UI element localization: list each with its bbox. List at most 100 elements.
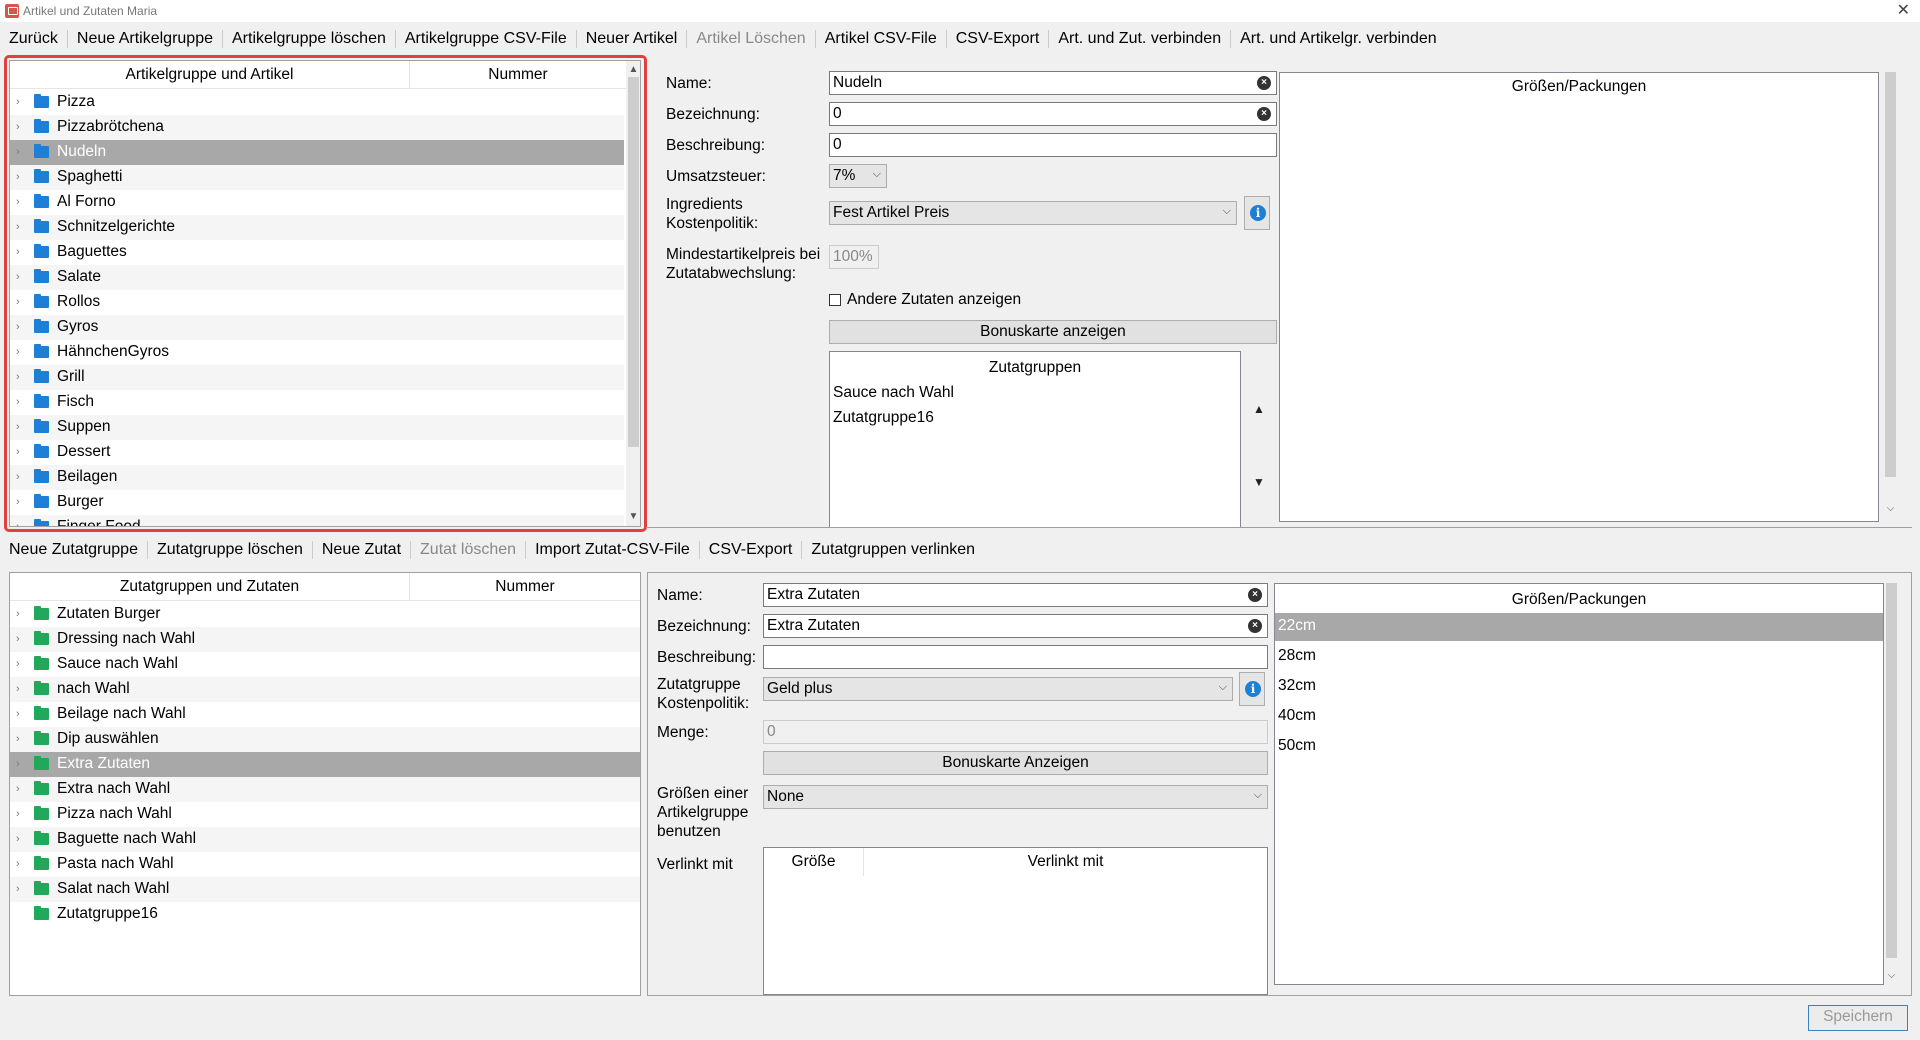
save-button[interactable]: Speichern	[1808, 1005, 1908, 1031]
scrollbar-thumb[interactable]	[1885, 72, 1896, 477]
article-menu-item[interactable]: Art. und Artikelgr. verbinden	[1231, 30, 1446, 48]
info-icon: i	[1250, 205, 1266, 221]
ingredient-menu-item[interactable]: CSV-Export	[700, 541, 802, 559]
chevron-right-icon[interactable]: ›	[16, 658, 26, 670]
tree-row[interactable]: › nach Wahl	[10, 677, 640, 702]
bonuskarte-anzeigen-ingredient-button[interactable]: Bonuskarte Anzeigen	[763, 751, 1268, 775]
scroll-down-icon[interactable]: ⌵	[1883, 502, 1898, 516]
column-header-ingredient[interactable]: Zutatgruppen und Zutaten	[10, 573, 410, 600]
move-down-icon[interactable]: ▼	[1248, 473, 1270, 491]
size-item[interactable]: 22cm	[1275, 613, 1883, 641]
chevron-right-icon[interactable]: ›	[16, 733, 26, 745]
folder-icon	[34, 856, 49, 870]
kostenpolitik-label-line1: Zutatgruppe	[657, 676, 741, 693]
tree-row[interactable]: › Dip auswählen	[10, 727, 640, 752]
article-sizes-list[interactable]: Größen/Packungen	[1279, 72, 1879, 522]
ingredient-bezeichnung-input[interactable]: Extra Zutaten ×	[763, 614, 1268, 638]
tree-row-label: Sauce nach Wahl	[57, 655, 178, 672]
tree-row[interactable]: › Extra Zutaten	[10, 752, 640, 777]
tree-row-label: nach Wahl	[57, 680, 130, 697]
article-menu-item[interactable]: Artikel CSV-File	[816, 30, 946, 48]
andere-zutaten-checkbox[interactable]	[829, 294, 841, 306]
tree-row[interactable]: › Dressing nach Wahl	[10, 627, 640, 652]
menge-input[interactable]: 0	[763, 720, 1268, 744]
ingredient-menu-item[interactable]: Zutat löschen	[411, 541, 525, 559]
chevron-right-icon[interactable]: ›	[16, 883, 26, 895]
zutatgruppe-item[interactable]: Zutatgruppe16	[830, 405, 1240, 431]
andere-zutaten-label: Andere Zutaten anzeigen	[847, 291, 1022, 308]
article-sizes-scrollbar[interactable]: ⌵	[1883, 72, 1898, 520]
info-button[interactable]: i	[1239, 672, 1265, 706]
tree-row-label: Zutaten Burger	[57, 605, 161, 622]
article-menu-item[interactable]: Artikelgruppe löschen	[223, 30, 395, 48]
tree-row[interactable]: › Pizza nach Wahl	[10, 802, 640, 827]
chevron-right-icon[interactable]: ›	[16, 758, 26, 770]
chevron-right-icon[interactable]: ›	[16, 633, 26, 645]
clear-icon[interactable]: ×	[1248, 619, 1262, 633]
article-menu-item[interactable]: Art. und Zut. verbinden	[1049, 30, 1230, 48]
tree-row[interactable]: › Beilage nach Wahl	[10, 702, 640, 727]
tree-row[interactable]: › Baguette nach Wahl	[10, 827, 640, 852]
ingredient-menu-item[interactable]: Neue Zutatgruppe	[0, 541, 147, 559]
scrollbar-thumb[interactable]	[1886, 583, 1897, 958]
ingredients-policy-value: Fest Artikel Preis	[833, 204, 950, 221]
clear-icon[interactable]: ×	[1248, 588, 1262, 602]
umsatzsteuer-select[interactable]: 7% ⌵	[829, 164, 887, 188]
zutatgruppen-list[interactable]: Zutatgruppen Sauce nach Wahl Zutatgruppe1…	[829, 351, 1241, 528]
tree-row[interactable]: › Sauce nach Wahl	[10, 652, 640, 677]
column-header-groesse[interactable]: Größe	[764, 848, 864, 876]
article-menu-item[interactable]: Neue Artikelgruppe	[68, 30, 222, 48]
clear-icon[interactable]: ×	[1257, 107, 1271, 121]
kostenpolitik-select[interactable]: Geld plus ⌵	[763, 677, 1233, 701]
tree-row[interactable]: › Salat nach Wahl	[10, 877, 640, 902]
mindestpreis-input[interactable]: 100%	[829, 245, 879, 269]
ingredient-sizes-scrollbar[interactable]: ⌵	[1884, 583, 1899, 985]
scroll-down-icon[interactable]: ⌵	[1884, 969, 1899, 983]
column-header-verlinkt[interactable]: Verlinkt mit	[864, 848, 1267, 876]
move-up-icon[interactable]: ▲	[1248, 400, 1270, 418]
chevron-right-icon[interactable]: ›	[16, 783, 26, 795]
tree-row[interactable]: › Pasta nach Wahl	[10, 852, 640, 877]
chevron-right-icon[interactable]: ›	[16, 858, 26, 870]
size-item[interactable]: 28cm	[1275, 643, 1883, 671]
zutatgruppe-item[interactable]: Sauce nach Wahl	[830, 380, 1240, 406]
tree-row[interactable]: › Extra nach Wahl	[10, 777, 640, 802]
clear-icon[interactable]: ×	[1257, 76, 1271, 90]
close-icon[interactable]: ✕	[1897, 0, 1910, 20]
groessen-select[interactable]: None ⌵	[763, 785, 1268, 809]
article-beschreibung-input[interactable]: 0	[829, 133, 1277, 157]
article-menu-item[interactable]: Artikel Löschen	[687, 30, 814, 48]
article-bezeichnung-input[interactable]: 0 ×	[829, 102, 1277, 126]
ingredient-tree[interactable]: Zutatgruppen und Zutaten Nummer › Zutaten…	[9, 572, 641, 996]
bonuskarte-anzeigen-button[interactable]: Bonuskarte anzeigen	[829, 320, 1277, 344]
article-name-input[interactable]: Nudeln ×	[829, 71, 1277, 95]
ingredient-sizes-list[interactable]: Größen/Packungen 22cm 28cm 32cm 40cm 50cm	[1274, 583, 1884, 985]
article-menu-item[interactable]: Zurück	[0, 30, 67, 48]
chevron-right-icon[interactable]: ›	[16, 808, 26, 820]
size-item[interactable]: 40cm	[1275, 703, 1883, 731]
ingredient-menu-item[interactable]: Import Zutat-CSV-File	[526, 541, 699, 559]
article-menu-item[interactable]: Artikelgruppe CSV-File	[396, 30, 576, 48]
link-table[interactable]: Größe Verlinkt mit	[763, 847, 1268, 995]
article-menu-item[interactable]: CSV-Export	[947, 30, 1049, 48]
ingredient-menu-item[interactable]: Zutatgruppen verlinken	[802, 541, 984, 559]
size-item[interactable]: 32cm	[1275, 673, 1883, 701]
info-button[interactable]: i	[1244, 196, 1270, 230]
chevron-right-icon[interactable]: ›	[16, 708, 26, 720]
title-bar: Artikel und Zutaten Maria ✕	[0, 0, 1920, 22]
ingredient-menu-item[interactable]: Neue Zutat	[313, 541, 410, 559]
tree-row[interactable]: › Zutaten Burger	[10, 602, 640, 627]
ingredient-beschreibung-input[interactable]	[763, 645, 1268, 669]
chevron-right-icon[interactable]: ›	[16, 683, 26, 695]
ingredient-name-input[interactable]: Extra Zutaten ×	[763, 583, 1268, 607]
tree-row[interactable]: Zutatgruppe16	[10, 902, 640, 927]
tree-row-label: Salat nach Wahl	[57, 880, 170, 897]
size-item[interactable]: 50cm	[1275, 733, 1883, 761]
folder-icon	[34, 631, 49, 645]
ingredients-policy-select[interactable]: Fest Artikel Preis ⌵	[829, 201, 1237, 225]
chevron-right-icon[interactable]: ›	[16, 608, 26, 620]
article-menu-item[interactable]: Neuer Artikel	[577, 30, 687, 48]
ingredient-menu-item[interactable]: Zutatgruppe löschen	[148, 541, 312, 559]
chevron-right-icon[interactable]: ›	[16, 833, 26, 845]
column-header-number[interactable]: Nummer	[410, 573, 640, 600]
